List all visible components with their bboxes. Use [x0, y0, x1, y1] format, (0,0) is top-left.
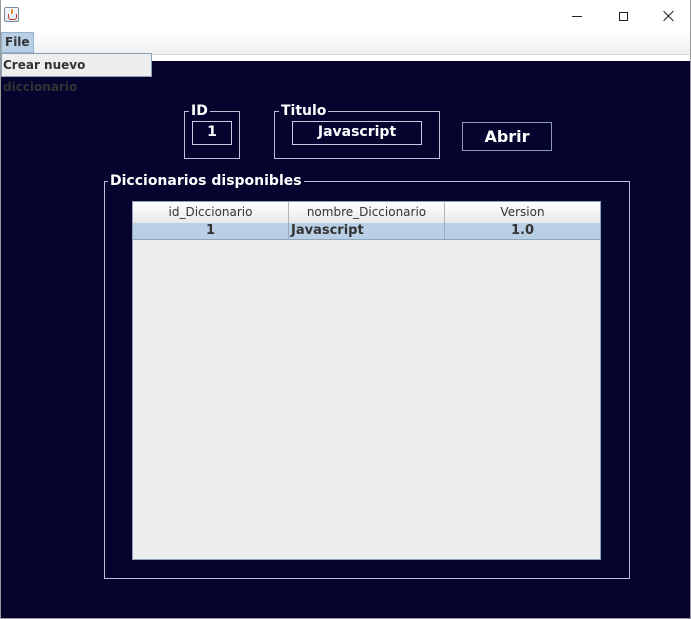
cell-id[interactable]: 1	[133, 223, 289, 239]
table-header: id_Diccionario nombre_Diccionario Versio…	[133, 202, 600, 224]
id-field[interactable]: 1	[192, 121, 232, 145]
column-header-version[interactable]: Version	[445, 202, 600, 223]
java-cup-icon	[4, 7, 19, 22]
close-button[interactable]	[646, 0, 691, 32]
menu-bar: File	[1, 32, 690, 55]
app-window: File Crear nuevo diccionario ID 1 Titulo…	[0, 0, 691, 619]
cell-version[interactable]: 1.0	[445, 223, 600, 239]
maximize-button[interactable]	[600, 0, 646, 32]
column-header-nombre[interactable]: nombre_Diccionario	[289, 202, 445, 223]
dictionaries-panel-title: Diccionarios disponibles	[108, 173, 304, 189]
abrir-button[interactable]: Abrir	[462, 122, 552, 151]
main-content: ID 1 Titulo Javascript Abrir Diccionario…	[1, 61, 690, 618]
dictionaries-table[interactable]: id_Diccionario nombre_Diccionario Versio…	[132, 201, 601, 560]
menu-item-crear-nuevo-diccionario[interactable]: Crear nuevo diccionario	[1, 53, 152, 94]
menu-file[interactable]: File	[1, 32, 34, 53]
minimize-button[interactable]	[554, 0, 600, 32]
close-icon	[663, 10, 675, 22]
titulo-group: Titulo Javascript	[274, 103, 440, 159]
id-group: ID 1	[184, 103, 240, 159]
titulo-field[interactable]: Javascript	[292, 121, 422, 145]
id-label: ID	[189, 103, 210, 119]
titulo-label: Titulo	[279, 103, 329, 119]
title-bar[interactable]	[1, 0, 690, 32]
table-row[interactable]: 1 Javascript 1.0	[133, 223, 600, 240]
maximize-icon	[618, 11, 628, 21]
minimize-icon	[572, 15, 582, 17]
column-header-id[interactable]: id_Diccionario	[133, 202, 289, 223]
cell-nombre[interactable]: Javascript	[289, 223, 445, 239]
